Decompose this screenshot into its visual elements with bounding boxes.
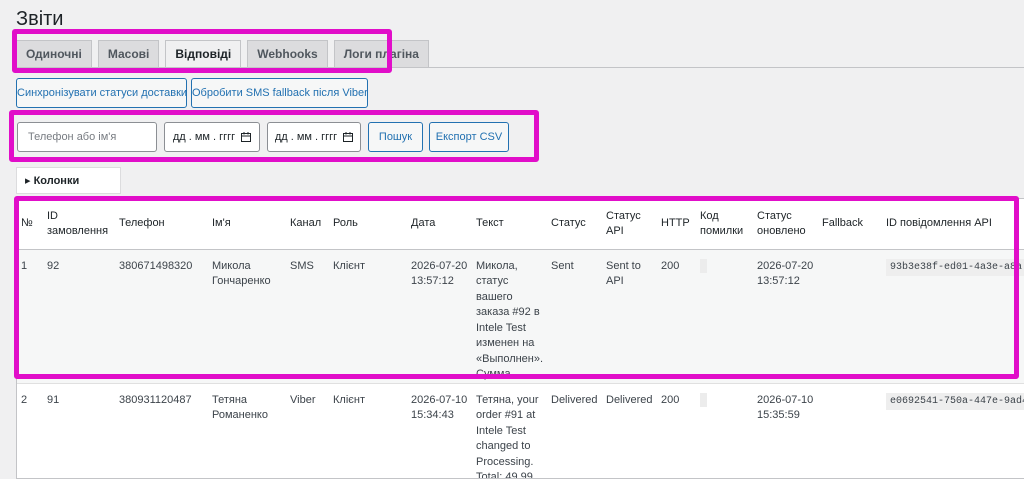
calendar-icon[interactable] (343, 132, 354, 142)
cell-role: Клієнт (333, 259, 365, 272)
cell-fallback (818, 249, 882, 383)
tab-responses[interactable]: Відповіді (165, 40, 242, 67)
col-header-name: Ім'я (212, 217, 231, 230)
col-header-phone: Телефон (119, 217, 165, 230)
cell-name: Микола Гончаренко (212, 259, 271, 288)
error-code-value (700, 258, 707, 273)
tab-bulk[interactable]: Масові (97, 40, 160, 67)
responses-table: № ID замовлення Телефон Ім'я Канал Роль … (17, 199, 1024, 479)
cell-text: Микола, статус вашего заказа #92 в Intel… (476, 259, 544, 381)
col-header-text: Текст (476, 217, 504, 230)
cell-order-id: 91 (47, 393, 60, 406)
tab-plugin-logs[interactable]: Логи плагіна (333, 40, 429, 67)
table-row: 2 91 380931120487 Тетяна Романенко Viber… (17, 383, 1024, 479)
cell-number: 2 (21, 393, 28, 406)
col-header-status: Статус (551, 217, 586, 230)
cell-http: 200 (661, 259, 680, 272)
calendar-icon[interactable] (241, 132, 252, 142)
date-from-value: дд . мм . гггг (172, 131, 236, 143)
date-to-value: дд . мм . гггг (274, 131, 338, 143)
col-header-channel: Канал (290, 217, 322, 230)
cell-order-id: 92 (47, 259, 60, 272)
cell-status: Sent (551, 259, 574, 272)
date-from-field[interactable]: дд . мм . гггг (164, 122, 260, 152)
cell-name: Тетяна Романенко (212, 393, 268, 422)
col-header-role: Роль (333, 217, 358, 230)
cell-phone: 380931120487 (119, 393, 192, 406)
cell-date: 2026-07-10 15:34:43 (411, 393, 468, 422)
tabs-divider (16, 67, 1024, 68)
cell-status: Delivered (551, 393, 598, 406)
responses-table-container: № ID замовлення Телефон Ім'я Канал Роль … (16, 198, 1024, 479)
col-header-date: Дата (411, 217, 436, 230)
cell-channel: SMS (290, 259, 314, 272)
cell-date: 2026-07-20 13:57:12 (411, 259, 468, 288)
cell-phone: 380671498320 (119, 259, 193, 272)
col-header-number: № (21, 217, 33, 230)
cell-number: 1 (21, 259, 28, 272)
cell-message-id: 93b3e38f-ed01-4a3e-a8a... (882, 249, 1024, 383)
cell-api-status: Delivered (606, 393, 653, 406)
tab-webhooks[interactable]: Webhooks (247, 40, 328, 67)
cell-message-id: e0692541-750a-447e-9ad4-... (882, 383, 1024, 478)
message-id-code: 93b3e38f-ed01-4a3e-a8a... (886, 258, 1024, 276)
error-code-value (700, 392, 707, 407)
cell-channel: Viber (290, 393, 316, 406)
col-header-status-updated: Статус оновлено (757, 209, 806, 237)
cell-error-code (696, 383, 753, 478)
table-header-row: № ID замовлення Телефон Ім'я Канал Роль … (17, 199, 1024, 249)
cell-text: Тетяна, your order #91 at Intele Test ch… (476, 393, 543, 479)
col-header-fallback: Fallback (822, 217, 863, 230)
col-header-http: HTTP (661, 217, 690, 230)
phone-name-search-field[interactable] (17, 122, 157, 152)
report-tabs: Одиночні Масові Відповіді Webhooks Логи … (16, 40, 429, 67)
col-header-order-id: ID замовлення (47, 209, 109, 237)
cell-fallback (818, 383, 882, 478)
cell-http: 200 (661, 393, 680, 406)
page-title: Звіти (16, 8, 64, 30)
col-header-error-code: Код помилки (700, 209, 744, 237)
date-to-field[interactable]: дд . мм . гггг (267, 122, 361, 152)
message-id-code: e0692541-750a-447e-9ad4-... (886, 392, 1024, 410)
tab-single[interactable]: Одиночні (16, 40, 92, 67)
col-header-message-id: ID повідомлення API (886, 217, 992, 230)
cell-status-updated: 2026-07-20 13:57:12 (757, 259, 814, 288)
sync-delivery-status-button[interactable]: Синхронізувати статуси доставки (16, 78, 187, 108)
table-columns-toggle[interactable]: ▸ Колонки таблиці (16, 167, 121, 213)
table-row: 1 92 380671498320 Микола Гончаренко SMS … (17, 249, 1024, 383)
cell-role: Клієнт (333, 393, 365, 406)
search-button[interactable]: Пошук (368, 122, 423, 152)
cell-api-status: Sent to API (606, 259, 641, 288)
process-sms-fallback-button[interactable]: Обробити SMS fallback після Viber (191, 78, 368, 108)
phone-name-input[interactable] (18, 131, 156, 143)
cell-status-updated: 2026-07-10 15:35:59 (757, 393, 814, 422)
export-csv-button[interactable]: Експорт CSV (429, 122, 509, 152)
cell-error-code (696, 249, 753, 383)
col-header-api-status: Статус API (606, 209, 641, 237)
